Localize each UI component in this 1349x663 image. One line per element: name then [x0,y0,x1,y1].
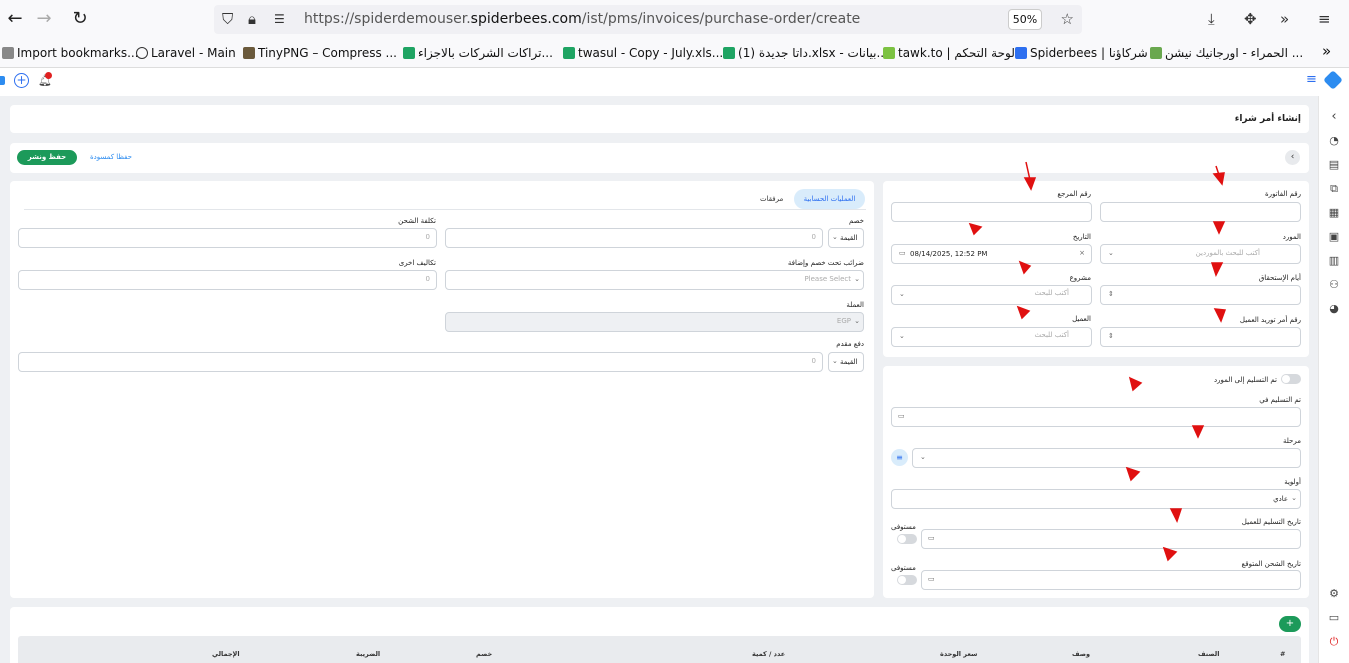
annotation-arrow [1210,262,1224,277]
annotation-arrow [1213,308,1227,323]
annotation-arrow [1125,466,1141,482]
annotation-arrow [1212,221,1226,235]
annotation-arrow [1212,165,1225,186]
annotation-arrow [1128,376,1143,392]
annotation-arrow [1191,425,1205,439]
annotation-arrow [1162,546,1178,562]
annotation-layer [968,161,1227,562]
annotation-arrow [1018,260,1032,275]
annotation-arrow [1169,508,1183,523]
annotation-arrow [1023,161,1037,191]
annotation-arrow [1016,305,1031,320]
annotation-arrow [968,222,983,236]
